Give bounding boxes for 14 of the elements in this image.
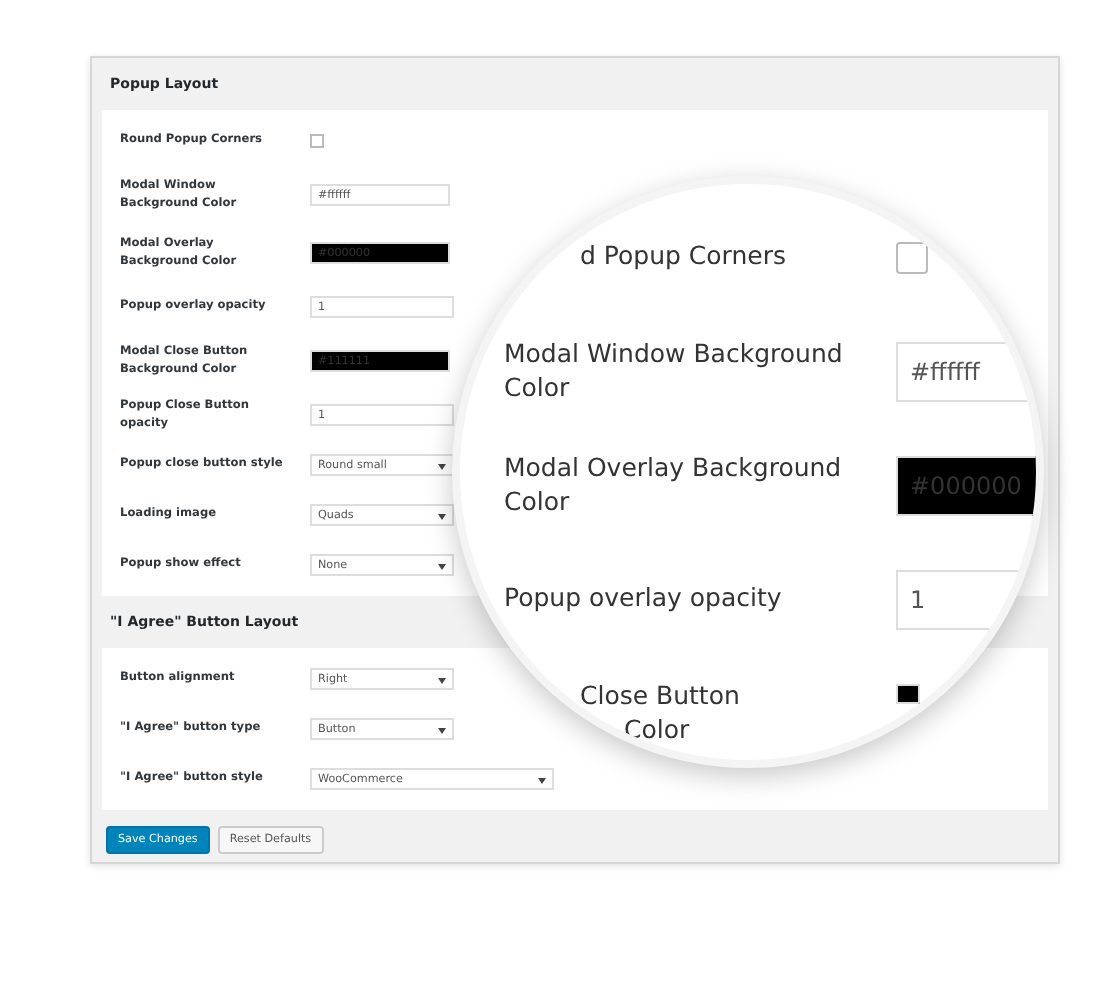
caret-icon (438, 727, 446, 733)
checkbox[interactable] (896, 241, 928, 273)
setting-label: d Popup Corners (580, 240, 788, 274)
caret-icon (438, 563, 446, 569)
caret-icon (438, 513, 446, 519)
caret-icon (438, 463, 446, 469)
checkbox[interactable] (310, 134, 324, 148)
setting-label: Modal Overlay Background Color (504, 452, 844, 518)
color-field[interactable] (896, 684, 920, 704)
setting-label: Popup overlay opacity (504, 582, 784, 616)
setting-label: Modal Window Background Color (504, 338, 845, 404)
caret-icon (538, 777, 546, 783)
setting-label: Close Button Color (580, 680, 742, 746)
caret-icon (438, 677, 446, 683)
